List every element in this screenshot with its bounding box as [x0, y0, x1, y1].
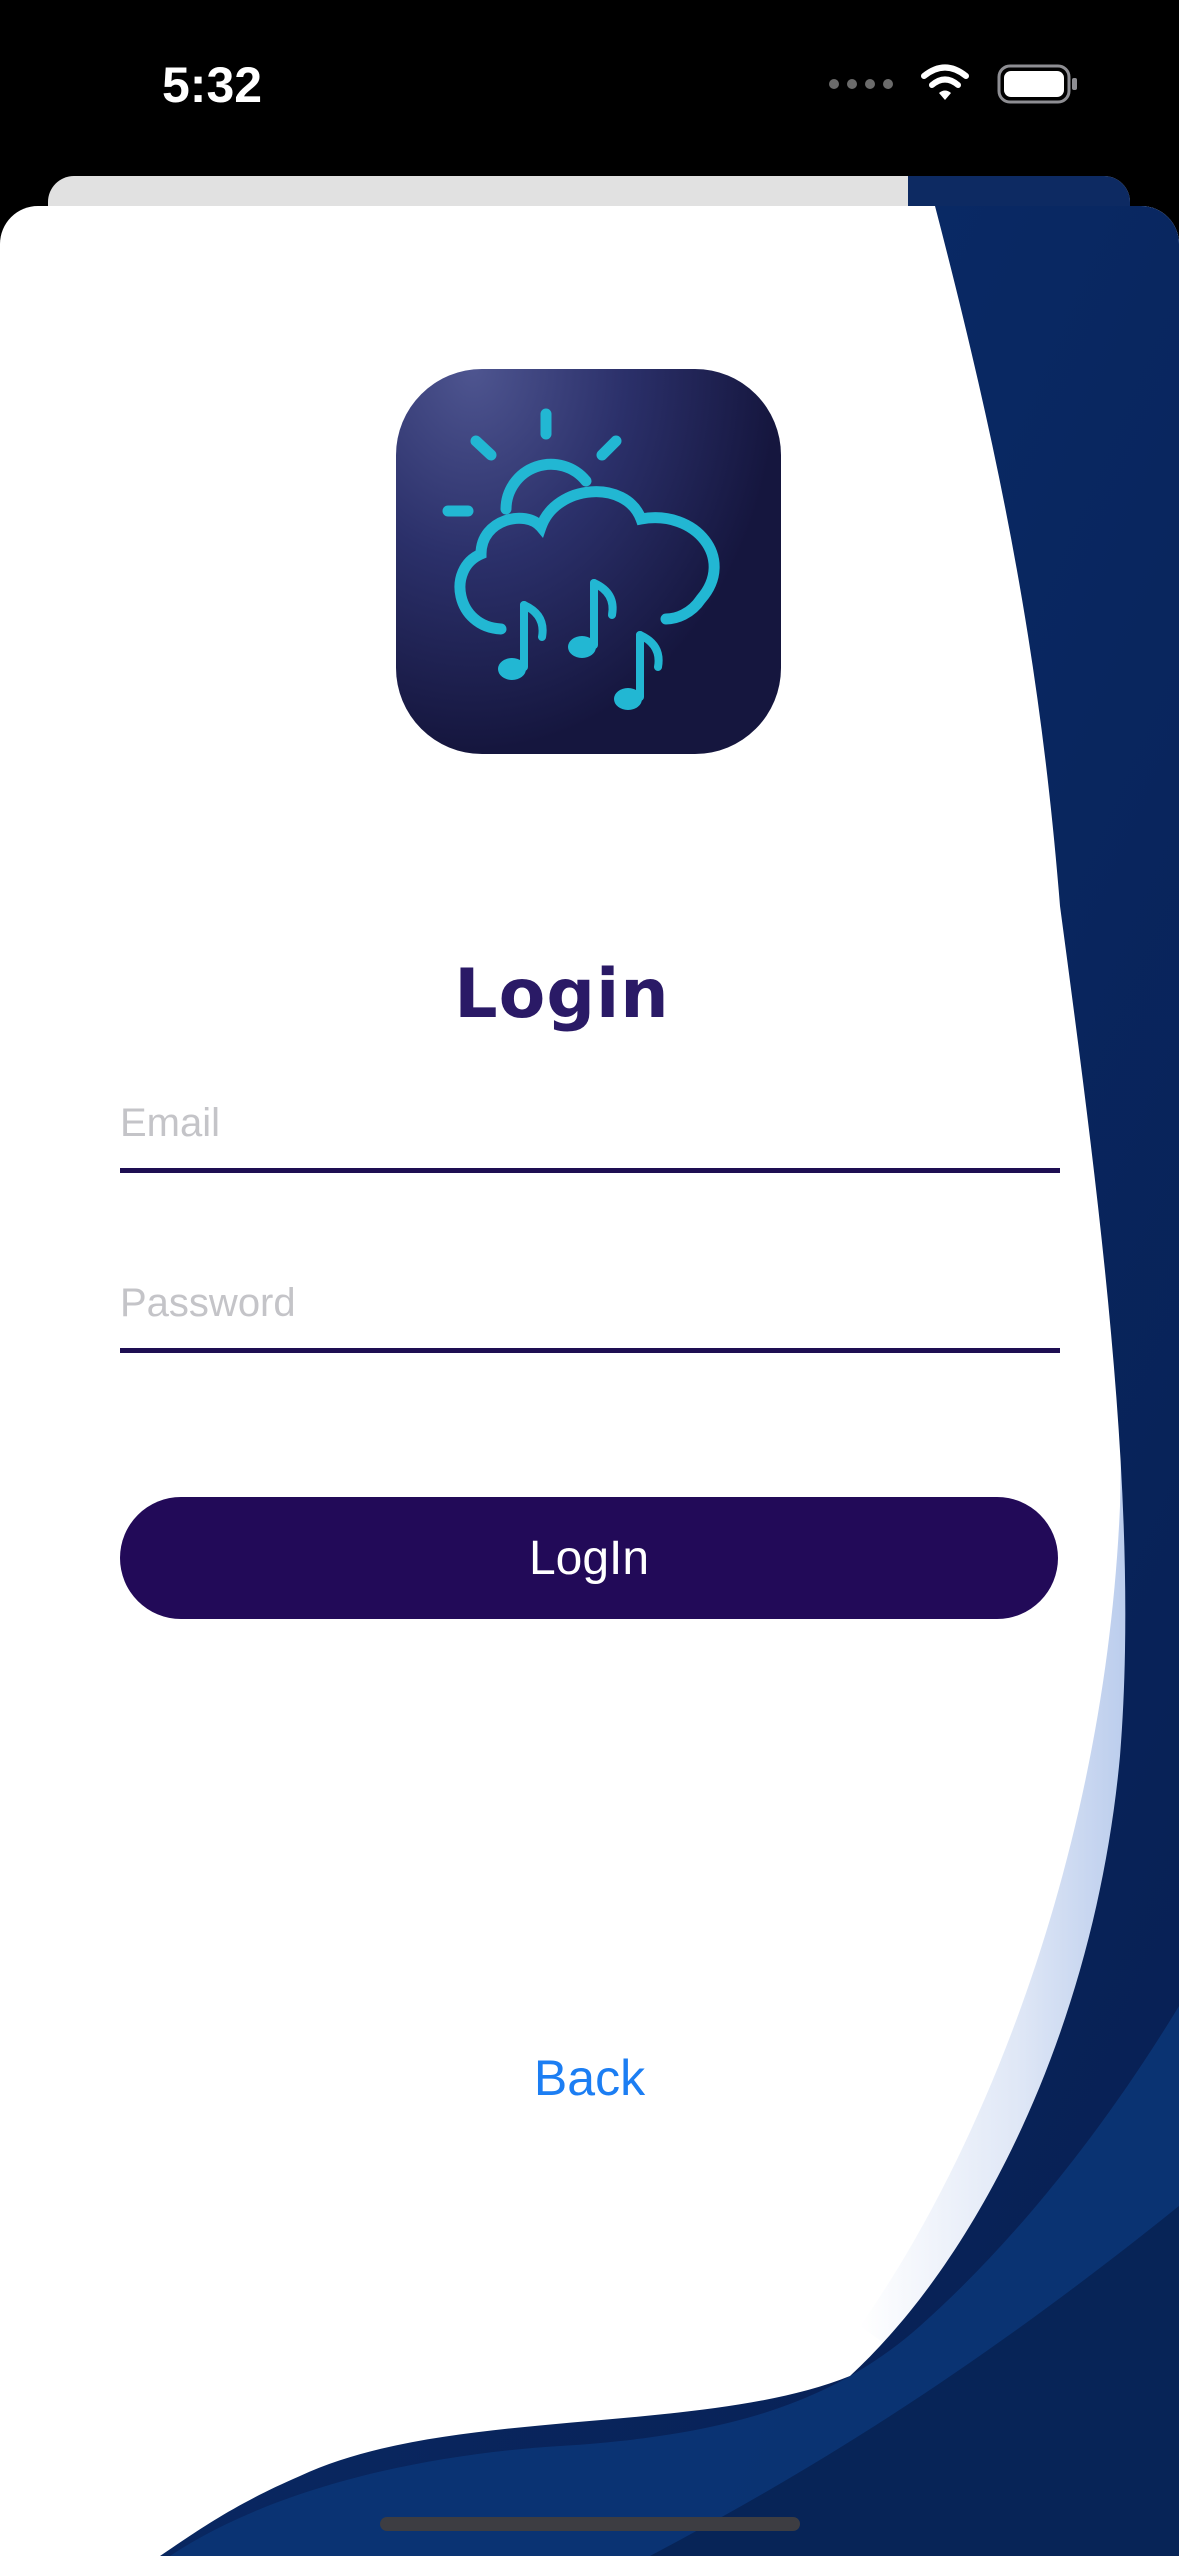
email-field[interactable] — [120, 1101, 1060, 1146]
cellular-signal-icon — [829, 79, 893, 89]
password-field-container — [120, 1256, 1060, 1353]
status-bar: 5:32 — [0, 0, 1179, 178]
weather-music-icon — [442, 408, 720, 710]
wifi-icon — [921, 64, 969, 100]
status-icons — [829, 62, 1079, 106]
login-button[interactable]: LogIn — [120, 1497, 1058, 1619]
back-link[interactable]: Back — [0, 2049, 1179, 2107]
battery-icon — [997, 64, 1077, 104]
status-time: 5:32 — [162, 57, 263, 113]
page-title: Login — [454, 955, 670, 1034]
app-logo — [396, 369, 781, 754]
email-field-container — [120, 1076, 1060, 1173]
login-card: Login LogIn Back — [0, 206, 1179, 2556]
password-field[interactable] — [120, 1281, 1060, 1326]
home-indicator — [380, 2517, 800, 2531]
